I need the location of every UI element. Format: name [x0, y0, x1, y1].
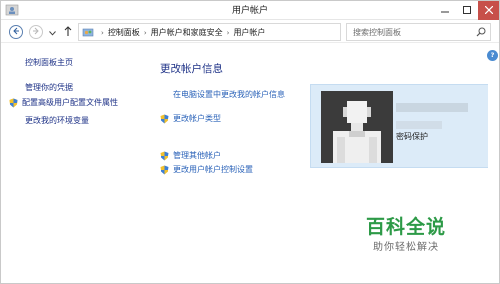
minimize-button[interactable]: [434, 0, 456, 20]
user-account-panel: 密码保护: [310, 84, 490, 168]
forward-arrow-icon: [32, 27, 40, 37]
maximize-button[interactable]: [456, 0, 478, 20]
control-panel-icon: [82, 26, 94, 38]
nav-advanced-profile-properties[interactable]: 配置高级用户配置文件属性: [9, 97, 118, 108]
minimize-icon: [441, 6, 449, 14]
link-change-uac-settings[interactable]: 更改用户帐户控制设置: [160, 164, 253, 175]
breadcrumb-control-panel[interactable]: 控制面板: [108, 27, 140, 38]
left-navigation-pane: 控制面板主页 管理你的凭据 配置高级用户配置文件属性 更改我的环境变量: [0, 44, 150, 284]
breadcrumb-user-accounts-family[interactable]: 用户帐户和家庭安全: [151, 27, 223, 38]
link-manage-other-accounts[interactable]: 管理其他帐户: [160, 150, 221, 161]
up-arrow-icon[interactable]: [64, 26, 72, 39]
search-placeholder: 搜索控制面板: [353, 28, 401, 37]
user-avatar-image: [321, 91, 393, 163]
breadcrumb-separator-icon[interactable]: ›: [227, 29, 230, 37]
back-button[interactable]: [9, 25, 23, 39]
window-title: 用户帐户: [231, 6, 268, 16]
search-icon[interactable]: [476, 27, 486, 39]
close-button[interactable]: [478, 0, 500, 20]
breadcrumb-separator-icon[interactable]: ›: [101, 29, 104, 37]
nav-change-environment-variables[interactable]: 更改我的环境变量: [25, 115, 89, 126]
shield-icon: [160, 151, 169, 161]
shield-icon: [160, 165, 169, 175]
svg-text:?: ?: [491, 51, 495, 58]
nav-label: 管理你的凭据: [25, 83, 73, 92]
nav-control-panel-home[interactable]: 控制面板主页: [25, 57, 73, 68]
breadcrumb-user-accounts[interactable]: 用户帐户: [233, 27, 265, 38]
watermark-subtitle: 助你轻松解决: [373, 242, 439, 253]
title-bar: 用户帐户: [0, 0, 500, 20]
recent-locations-dropdown-icon[interactable]: [49, 29, 56, 38]
user-name-pixelated: [396, 103, 468, 112]
forward-button[interactable]: [29, 25, 43, 39]
page-title: 更改帐户信息: [160, 63, 223, 75]
breadcrumb: › 控制面板 › 用户帐户和家庭安全 › 用户帐户: [97, 27, 265, 38]
nav-label: 控制面板主页: [25, 58, 73, 67]
close-icon: [485, 6, 493, 14]
password-status: 密码保护: [396, 132, 428, 141]
link-label: 更改用户帐户控制设置: [173, 165, 253, 174]
search-field[interactable]: 搜索控制面板: [346, 23, 491, 41]
scrollbar[interactable]: [488, 44, 500, 284]
help-icon: ?: [489, 51, 496, 60]
link-label: 管理其他帐户: [173, 151, 221, 160]
link-change-account-type[interactable]: 更改帐户类型: [160, 113, 221, 124]
back-arrow-icon: [12, 27, 20, 37]
nav-label: 配置高级用户配置文件属性: [22, 98, 118, 107]
link-change-account-info-pc-settings[interactable]: 在电脑设置中更改我的帐户信息: [173, 89, 285, 100]
content-area: 控制面板主页 管理你的凭据 配置高级用户配置文件属性 更改我的环境变量 更改帐户…: [0, 44, 500, 284]
address-bar[interactable]: › 控制面板 › 用户帐户和家庭安全 › 用户帐户: [78, 23, 411, 41]
nav-label: 更改我的环境变量: [25, 116, 89, 125]
shield-icon: [9, 98, 18, 108]
nav-manage-credentials[interactable]: 管理你的凭据: [25, 82, 73, 93]
user-type-pixelated: [396, 121, 442, 129]
shield-icon: [160, 114, 169, 124]
breadcrumb-separator-icon[interactable]: ›: [144, 29, 147, 37]
link-label: 在电脑设置中更改我的帐户信息: [173, 90, 285, 99]
maximize-icon: [463, 6, 471, 14]
watermark-title: 百科全说: [366, 216, 447, 238]
link-label: 更改帐户类型: [173, 114, 221, 123]
help-button[interactable]: ?: [487, 50, 498, 61]
navigation-bar: › 控制面板 › 用户帐户和家庭安全 › 用户帐户 搜索控制面板: [0, 21, 500, 43]
